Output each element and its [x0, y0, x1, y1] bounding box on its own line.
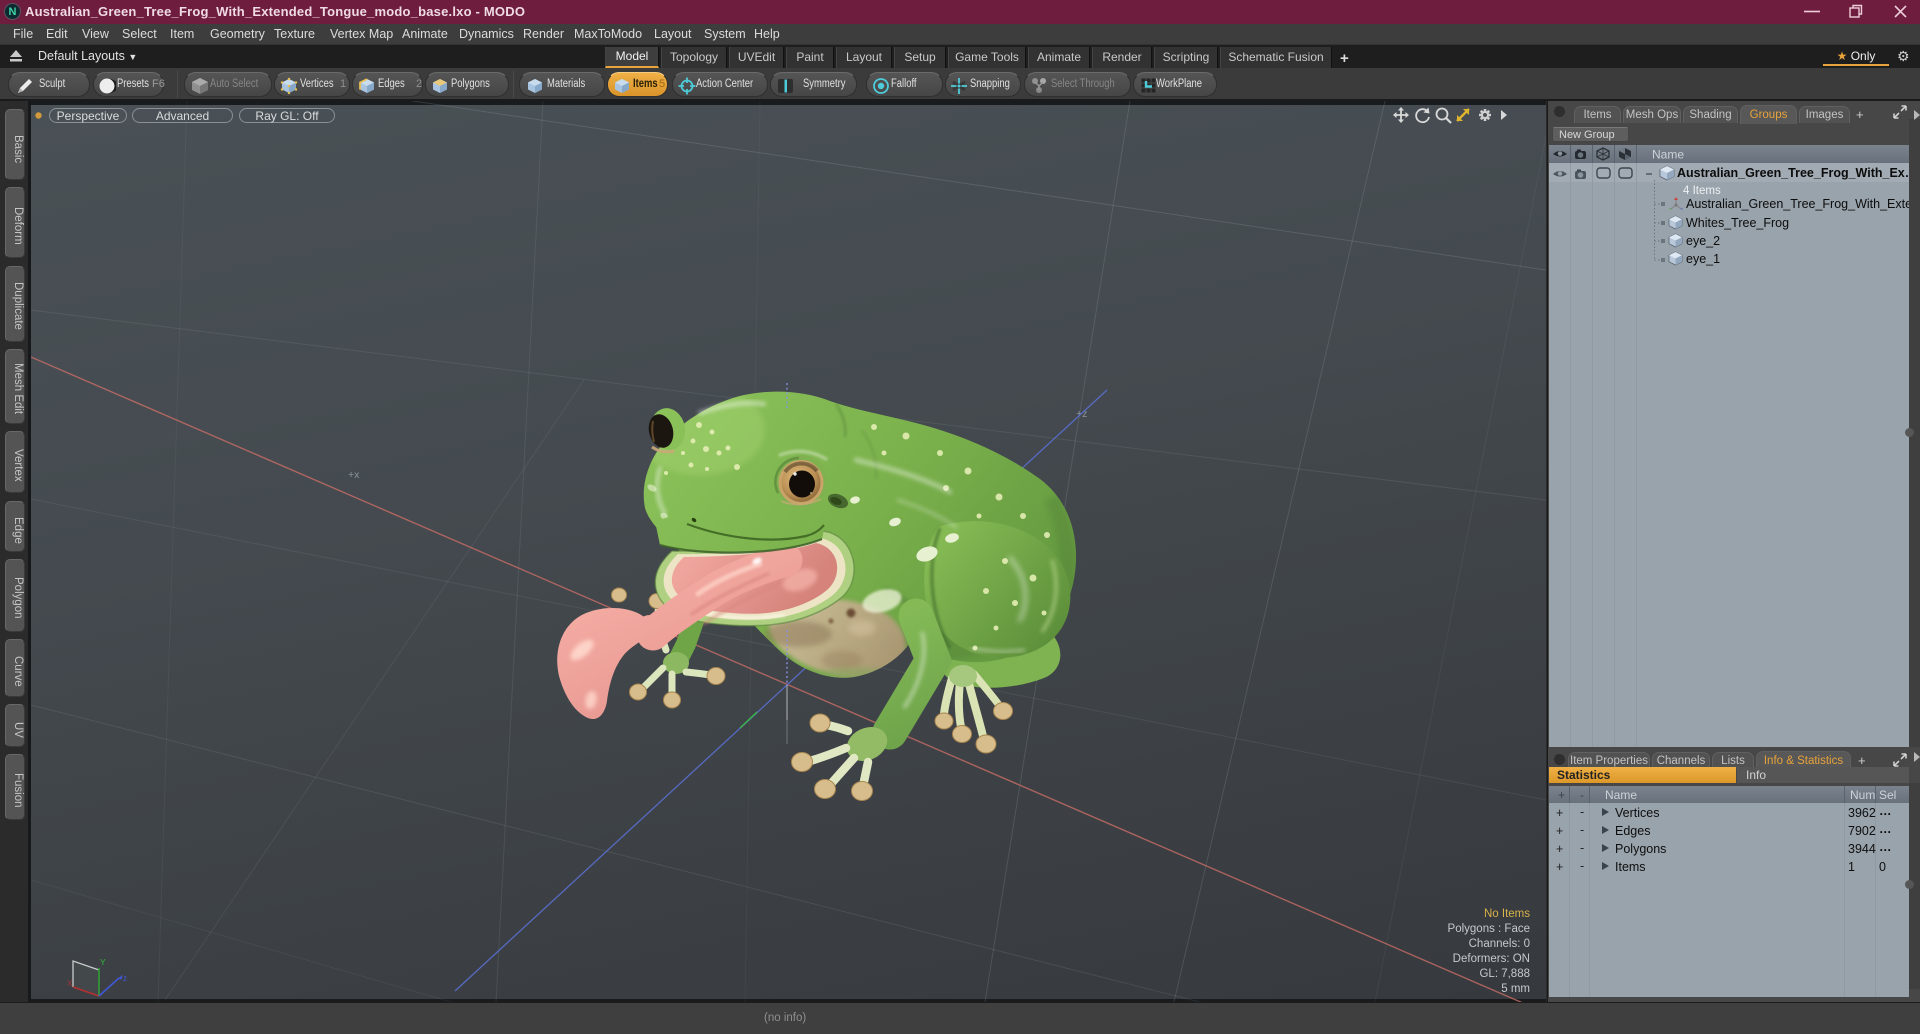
svg-text:Sel: Sel: [1879, 788, 1896, 802]
svg-text:+: +: [1556, 842, 1563, 856]
svg-text:-: -: [1580, 823, 1584, 837]
svg-text:Edges: Edges: [1615, 824, 1650, 838]
svg-text:-: -: [1580, 805, 1584, 819]
svg-text:-: -: [1580, 859, 1584, 873]
svg-text:Name: Name: [1652, 148, 1684, 162]
svg-text:Name: Name: [1605, 788, 1637, 802]
svg-text:Items: Items: [1615, 860, 1646, 874]
svg-text:Whites_Tree_Frog: Whites_Tree_Frog: [1686, 216, 1789, 230]
svg-text:X: X: [67, 979, 73, 988]
svg-text:Australian_Green_Tree_Frog_Wit: Australian_Green_Tree_Frog_With_Ex…: [1677, 166, 1909, 180]
svg-text:z: z: [123, 974, 127, 983]
svg-text:+: +: [1556, 806, 1563, 820]
svg-text:Num: Num: [1850, 788, 1875, 802]
svg-text:0: 0: [1879, 860, 1886, 874]
svg-text:4 Items: 4 Items: [1683, 185, 1721, 197]
svg-text:Australian_Green_Tree_Frog_Wit: Australian_Green_Tree_Frog_With_Extend…: [1686, 197, 1909, 211]
svg-text:-: -: [1580, 841, 1584, 855]
svg-text:1: 1: [1848, 860, 1855, 874]
svg-text:+: +: [1558, 788, 1565, 802]
svg-text:…: …: [1879, 840, 1892, 854]
svg-text:eye_1: eye_1: [1686, 252, 1720, 266]
svg-text:-: -: [1580, 788, 1584, 802]
svg-text:…: …: [1879, 804, 1892, 818]
svg-text:+: +: [1556, 824, 1563, 838]
svg-text:eye_2: eye_2: [1686, 234, 1720, 248]
svg-text:+x: +x: [348, 469, 360, 481]
svg-text:7902: 7902: [1848, 824, 1876, 838]
svg-text:3962: 3962: [1848, 806, 1876, 820]
svg-text:Y: Y: [100, 957, 106, 967]
svg-text:Polygons: Polygons: [1615, 842, 1666, 856]
svg-text:…: …: [1879, 822, 1892, 836]
svg-text:Vertices: Vertices: [1615, 806, 1659, 820]
svg-text:+: +: [1556, 860, 1563, 874]
svg-text:3944: 3944: [1848, 842, 1876, 856]
